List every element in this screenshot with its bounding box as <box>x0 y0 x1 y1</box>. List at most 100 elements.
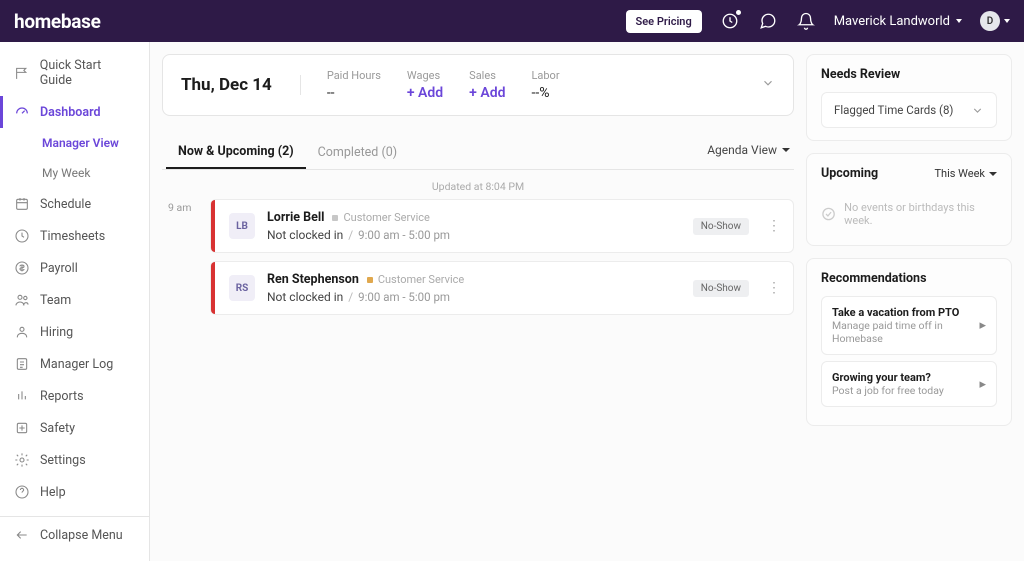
needs-review-panel: Needs Review Flagged Time Cards (8) <box>806 54 1012 141</box>
role-dot <box>367 277 373 283</box>
messages-icon[interactable] <box>758 11 778 31</box>
shift-role-text: Customer Service <box>343 211 429 224</box>
sidebar-item-hiring[interactable]: Hiring <box>0 316 149 348</box>
panel-title: Upcoming <box>821 166 878 181</box>
chevron-down-icon <box>989 172 997 176</box>
labor-label: Labor <box>531 69 559 82</box>
recommendations-panel: Recommendations Take a vacation from PTO… <box>806 258 1012 426</box>
sidebar-item-help[interactable]: Help <box>0 476 149 508</box>
sidebar-item-dashboard[interactable]: Dashboard <box>0 96 149 128</box>
topbar: homebase See Pricing Maverick Landworld … <box>0 0 1024 42</box>
chevron-right-icon: ▸ <box>979 318 986 333</box>
sidebar-item-label: Timesheets <box>40 229 105 244</box>
shift-avatar: LB <box>229 213 255 239</box>
week-selector[interactable]: This Week <box>934 167 997 180</box>
time-label: 9 am <box>162 201 191 214</box>
role-dot <box>332 215 338 221</box>
sidebar-item-schedule[interactable]: Schedule <box>0 188 149 220</box>
rec-sub: Manage paid time off in Homebase <box>832 319 979 345</box>
sidebar-sub-manager-view[interactable]: Manager View <box>8 128 141 158</box>
panel-title: Recommendations <box>821 271 997 286</box>
sidebar-item-payroll[interactable]: Payroll <box>0 252 149 284</box>
shift-role: Customer Service <box>332 211 429 224</box>
sidebar-item-label: Hiring <box>40 325 73 340</box>
main-content: Thu, Dec 14 Paid Hours -- Wages + Add Sa… <box>150 42 1024 561</box>
shift-role: Customer Service <box>367 273 464 286</box>
shift-card: LB Lorrie Bell Customer Service Not cloc… <box>210 199 794 253</box>
recommendation-item[interactable]: Take a vacation from PTO Manage paid tim… <box>821 296 997 355</box>
sidebar-item-label: Safety <box>40 421 75 436</box>
paid-hours-label: Paid Hours <box>327 69 381 82</box>
sidebar-item-label: Settings <box>40 453 86 468</box>
shift-name: Ren Stephenson <box>267 272 359 287</box>
sidebar-item-label: Reports <box>40 389 84 404</box>
sidebar-item-reports[interactable]: Reports <box>0 380 149 412</box>
sales-label: Sales <box>469 69 505 82</box>
tabs: Now & Upcoming (2) Completed (0) Agenda … <box>162 136 794 170</box>
summary-card: Thu, Dec 14 Paid Hours -- Wages + Add Sa… <box>162 54 794 116</box>
sidebar-item-label: Collapse Menu <box>40 528 123 543</box>
sidebar-item-label: Help <box>40 485 66 500</box>
status-badge: No-Show <box>693 218 749 235</box>
avatar: D <box>980 11 1000 31</box>
shift-card: RS Ren Stephenson Customer Service Not c… <box>210 261 794 315</box>
collapse-menu-button[interactable]: Collapse Menu <box>0 516 149 551</box>
sidebar-item-label: Team <box>40 293 71 308</box>
shift-status-bar <box>211 262 215 314</box>
shift-avatar: RS <box>229 275 255 301</box>
see-pricing-button[interactable]: See Pricing <box>626 10 702 33</box>
sidebar-item-label: Dashboard <box>40 105 101 120</box>
shift-window: 9:00 am - 5:00 pm <box>358 228 450 242</box>
chevron-down-icon <box>1004 19 1010 23</box>
chevron-right-icon: ▸ <box>979 377 986 392</box>
shift-role-text: Customer Service <box>378 273 464 286</box>
shift-more-button[interactable]: ⋮ <box>767 280 781 296</box>
sales-add-button[interactable]: + Add <box>469 85 505 101</box>
rec-title: Take a vacation from PTO <box>832 306 979 319</box>
shift-name: Lorrie Bell <box>267 210 324 225</box>
shift-status: Not clocked in <box>267 228 343 242</box>
sidebar-item-safety[interactable]: Safety <box>0 412 149 444</box>
topbar-right: See Pricing Maverick Landworld D <box>626 10 1010 33</box>
recommendation-item[interactable]: Growing your team? Post a job for free t… <box>821 361 997 407</box>
updated-at: Updated at 8:04 PM <box>162 180 794 193</box>
sidebar-item-quickstart[interactable]: Quick Start Guide <box>0 50 149 96</box>
paid-hours-value: -- <box>327 85 381 101</box>
clock-icon[interactable] <box>720 11 740 31</box>
panel-title: Needs Review <box>821 67 997 82</box>
sidebar-item-timesheets[interactable]: Timesheets <box>0 220 149 252</box>
sidebar-item-team[interactable]: Team <box>0 284 149 316</box>
shift-status: Not clocked in <box>267 290 343 304</box>
shift-status-bar <box>211 200 215 252</box>
view-selector-label: Agenda View <box>707 143 777 157</box>
avatar-menu[interactable]: D <box>980 11 1010 31</box>
summary-expand[interactable] <box>761 76 775 94</box>
wages-label: Wages <box>407 69 443 82</box>
chevron-down-icon <box>971 104 984 117</box>
username-text: Maverick Landworld <box>834 14 950 29</box>
week-selector-label: This Week <box>934 167 985 180</box>
chevron-down-icon <box>782 148 790 152</box>
chevron-down-icon <box>956 19 962 23</box>
tab-now-upcoming[interactable]: Now & Upcoming (2) <box>166 136 306 169</box>
sidebar-item-managerlog[interactable]: Manager Log <box>0 348 149 380</box>
user-menu[interactable]: Maverick Landworld <box>834 14 962 29</box>
flagged-timecards-button[interactable]: Flagged Time Cards (8) <box>821 92 997 128</box>
rec-sub: Post a job for free today <box>832 384 944 397</box>
upcoming-panel: Upcoming This Week No events or birthday… <box>806 153 1012 246</box>
wages-add-button[interactable]: + Add <box>407 85 443 101</box>
status-badge: No-Show <box>693 280 749 297</box>
view-selector[interactable]: Agenda View <box>707 143 790 163</box>
bell-icon[interactable] <box>796 11 816 31</box>
labor-value: --% <box>531 85 559 101</box>
sidebar-item-label: Quick Start Guide <box>40 58 135 88</box>
sidebar-item-settings[interactable]: Settings <box>0 444 149 476</box>
summary-date: Thu, Dec 14 <box>181 75 301 95</box>
sidebar-sub-my-week[interactable]: My Week <box>0 158 149 188</box>
tab-completed[interactable]: Completed (0) <box>306 137 409 168</box>
logo: homebase <box>14 10 101 33</box>
shift-more-button[interactable]: ⋮ <box>767 218 781 234</box>
check-circle-icon <box>821 206 836 222</box>
sidebar-item-label: Schedule <box>40 197 91 212</box>
rec-title: Growing your team? <box>832 371 944 384</box>
